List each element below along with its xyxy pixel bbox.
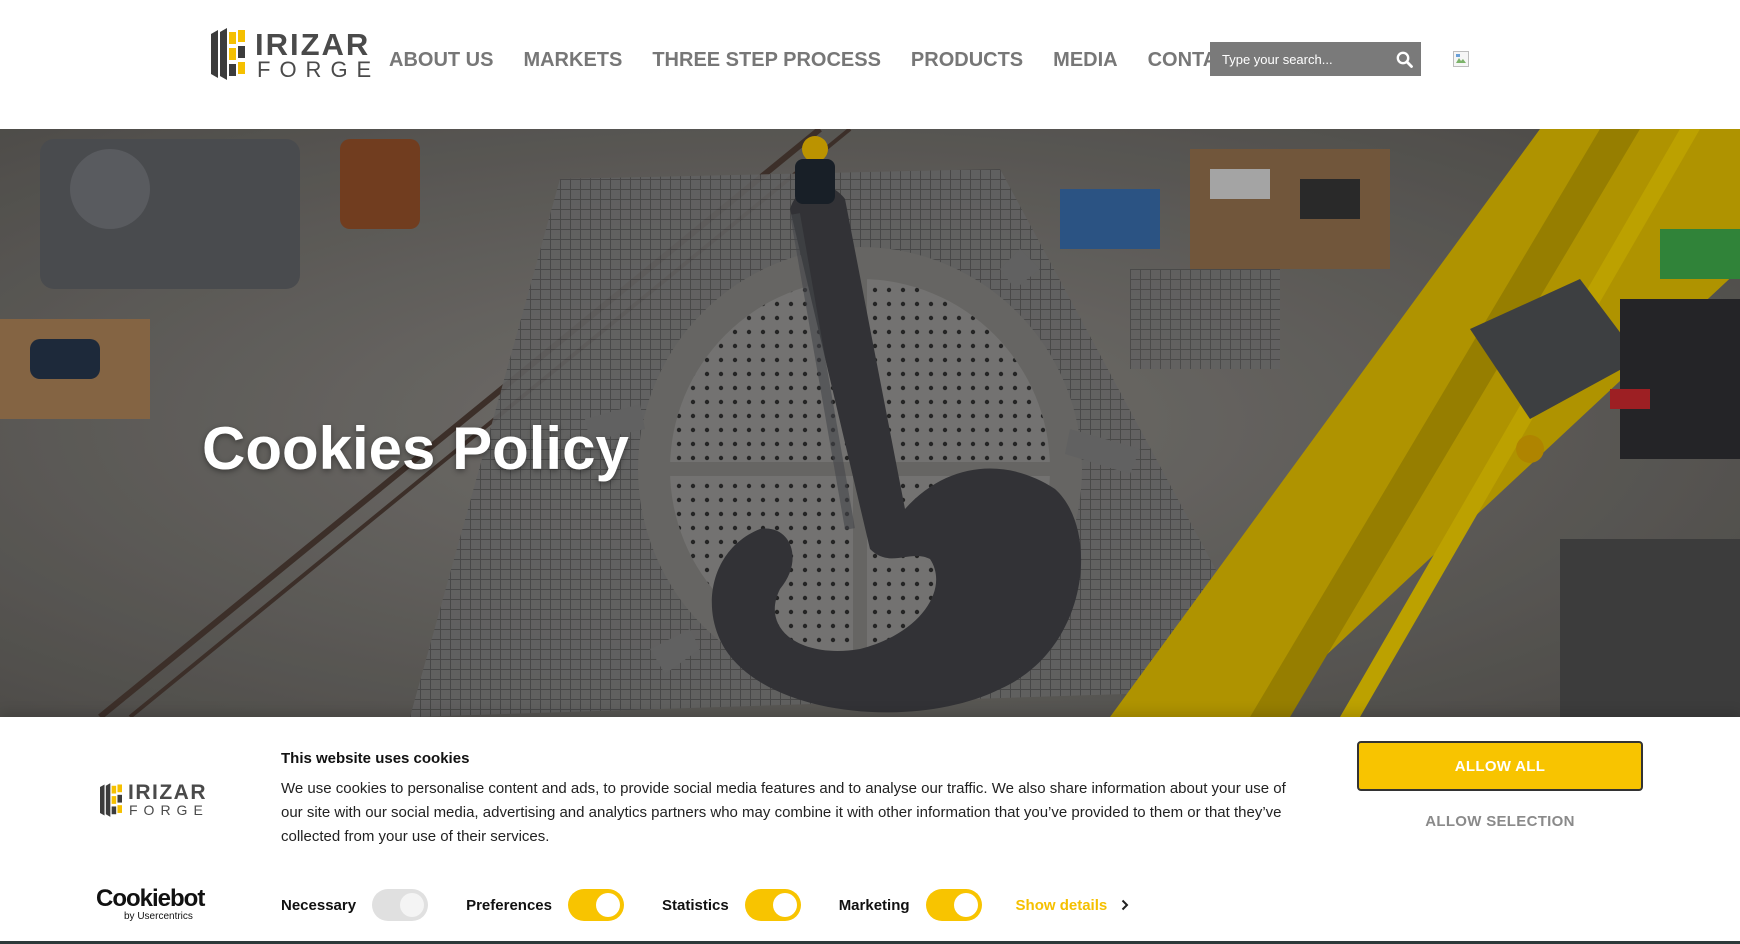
search-button[interactable] [1387, 42, 1421, 76]
flag-icon[interactable] [1453, 51, 1469, 67]
search-icon [1396, 51, 1413, 68]
cookiebot-byline: by Usercentrics [124, 911, 193, 922]
cookie-consent-banner: IRIZAR FORGE Cookiebot by Usercentrics T… [0, 717, 1740, 944]
logo-bars-icon [100, 783, 122, 817]
cookie-banner-text: We use cookies to personalise content an… [281, 780, 1286, 845]
cookie-banner-logo: IRIZAR FORGE [100, 782, 206, 819]
site-header: IRIZAR FORGE ABOUT US MARKETS THREE STEP… [0, 0, 1740, 129]
toggle-statistics[interactable] [744, 889, 801, 921]
toggle-label-statistics: Statistics [661, 896, 729, 914]
nav-three-step-process[interactable]: THREE STEP PROCESS [652, 47, 881, 73]
cookie-logo-text-forge: FORGE [129, 802, 209, 818]
cookie-logo-text-irizar: IRIZAR [128, 781, 207, 804]
nav-media[interactable]: MEDIA [1053, 47, 1117, 73]
toggle-knob [595, 893, 620, 917]
toggle-necessary [372, 889, 429, 921]
cookiebot-name: Cookiebot [96, 885, 205, 912]
toggle-knob [772, 893, 797, 917]
toggle-marketing[interactable] [925, 889, 982, 921]
toggle-preferences[interactable] [567, 889, 624, 921]
nav-about-us[interactable]: ABOUT US [389, 47, 493, 73]
show-details-link[interactable]: Show details [1016, 897, 1130, 914]
hero-banner: Cookies Policy [0, 129, 1740, 717]
show-details-label: Show details [1015, 896, 1108, 914]
toggle-knob [953, 893, 978, 917]
logo-bars-icon [211, 28, 245, 80]
search-input[interactable] [1210, 42, 1380, 76]
toggle-label-marketing: Marketing [838, 896, 910, 914]
nav-markets[interactable]: MARKETS [523, 47, 622, 73]
chevron-right-icon [1122, 899, 1129, 911]
irizar-forge-logo[interactable]: IRIZAR FORGE [211, 28, 371, 82]
page-title: Cookies Policy [202, 415, 629, 483]
cookie-toggles: Necessary Preferences Statistics Marketi… [281, 887, 1129, 923]
nav-products[interactable]: PRODUCTS [911, 47, 1023, 73]
main-nav: ABOUT US MARKETS THREE STEP PROCESS PROD… [389, 47, 1274, 73]
search-box [1210, 42, 1421, 76]
cookiebot-logo[interactable]: Cookiebot by Usercentrics [96, 887, 206, 927]
logo-text-forge: FORGE [257, 57, 381, 82]
toggle-label-preferences: Preferences [466, 896, 552, 914]
toggle-label-necessary: Necessary [281, 896, 357, 914]
allow-all-button[interactable]: ALLOW ALL [1357, 741, 1643, 791]
cookie-banner-title: This website uses cookies [281, 750, 470, 767]
allow-selection-button[interactable]: ALLOW SELECTION [1357, 803, 1643, 839]
toggle-knob [400, 893, 425, 917]
